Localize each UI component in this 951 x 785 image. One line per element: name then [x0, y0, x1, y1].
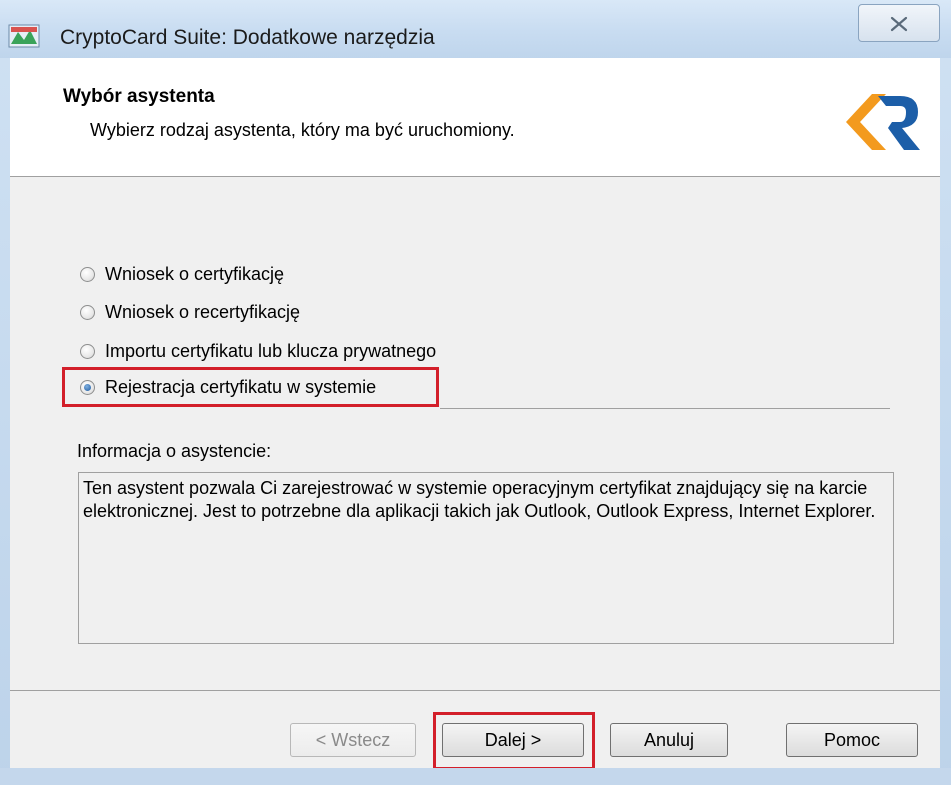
close-icon [890, 16, 908, 32]
option-label: Wniosek o recertyfikację [105, 301, 301, 322]
option-label: Wniosek o certyfikację [105, 263, 285, 284]
option-import-certificate[interactable]: Importu certyfikatu lub klucza prywatneg… [80, 338, 436, 364]
option-label: Importu certyfikatu lub klucza prywatneg… [105, 340, 437, 361]
highlight-box-selected-option [62, 367, 439, 407]
help-button[interactable]: Pomoc [786, 723, 918, 757]
back-button[interactable]: < Wstecz [290, 723, 416, 757]
wizard-header: Wybór asystenta Wybierz rodzaj asystenta… [10, 58, 940, 177]
radio-button[interactable] [80, 266, 95, 282]
page-title: Wybór asystenta [63, 86, 215, 107]
dialog-client-area: Wybór asystenta Wybierz rodzaj asystenta… [10, 58, 940, 770]
page-subtitle: Wybierz rodzaj asystenta, który ma być u… [90, 120, 515, 140]
cancel-button[interactable]: Anuluj [610, 723, 728, 757]
app-icon [8, 24, 40, 48]
window-title: CryptoCard Suite: Dodatkowe narzędzia [60, 26, 435, 49]
title-bar[interactable]: CryptoCard Suite: Dodatkowe narzędzia [0, 0, 951, 58]
option-certification-request[interactable]: Wniosek o certyfikację [80, 261, 284, 287]
button-separator [10, 690, 940, 691]
radio-button[interactable] [80, 304, 95, 320]
dialog-window: CryptoCard Suite: Dodatkowe narzędzia Wy… [0, 0, 951, 785]
highlight-box-next [433, 712, 595, 770]
info-label: Informacja o asystencie: [77, 441, 272, 461]
kr-logo-icon [846, 94, 920, 150]
close-button[interactable] [858, 4, 940, 42]
info-textbox: Ten asystent pozwala Ci zarejestrować w … [78, 472, 894, 644]
option-recertification-request[interactable]: Wniosek o recertyfikację [80, 299, 300, 325]
separator [440, 408, 890, 409]
window-bottom-border [0, 768, 951, 785]
radio-button[interactable] [80, 343, 95, 359]
